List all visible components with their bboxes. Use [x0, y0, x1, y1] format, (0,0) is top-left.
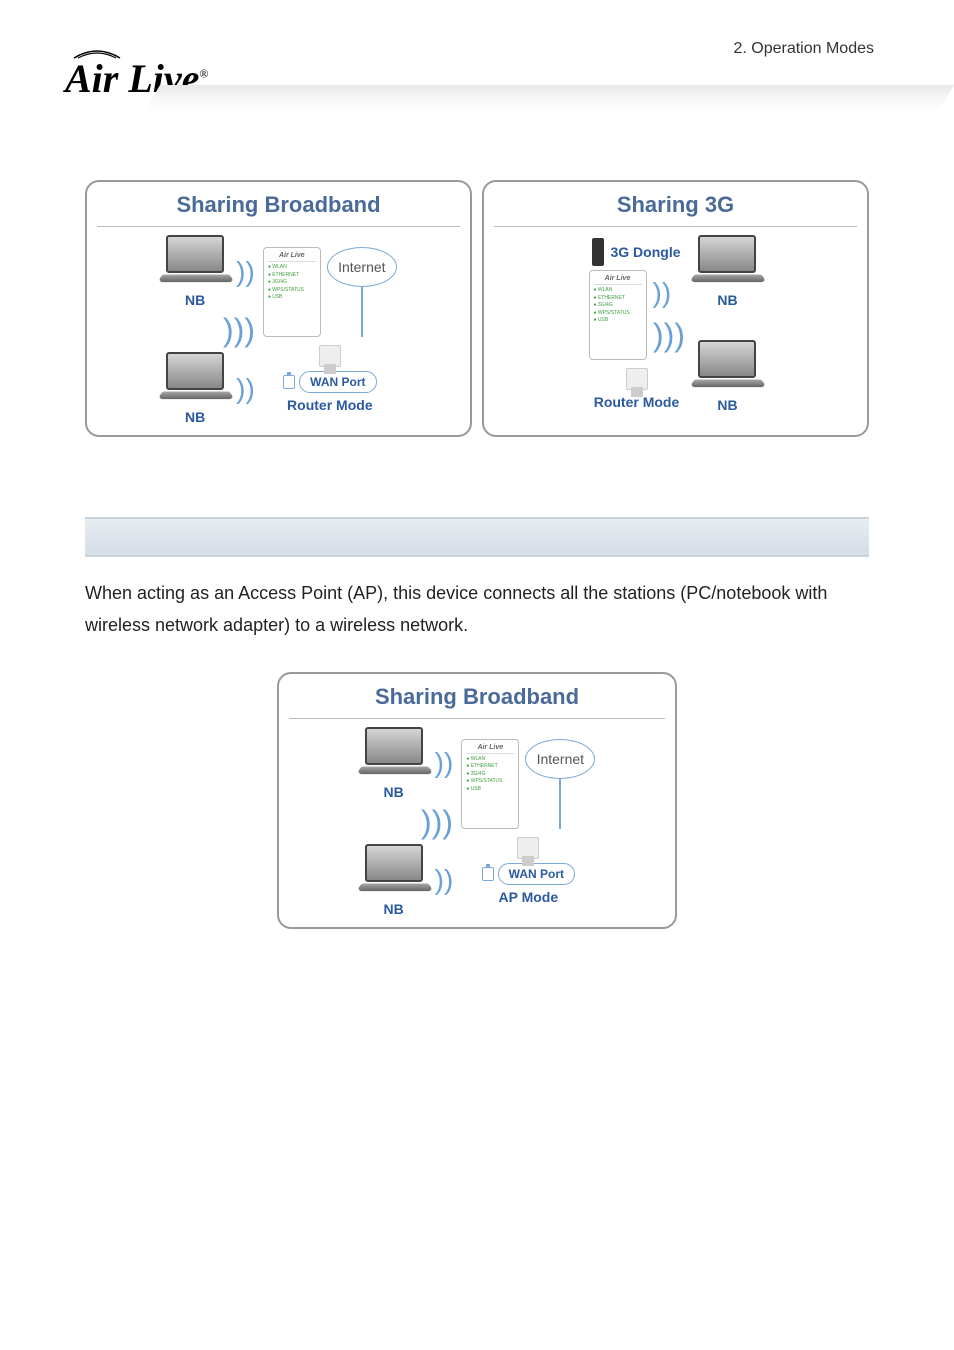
mode-label: Router Mode — [287, 397, 373, 413]
power-plug-icon — [626, 368, 648, 390]
laptop-icon — [692, 235, 762, 290]
wan-port-label: WAN Port — [299, 371, 376, 393]
laptop-icon — [359, 727, 429, 782]
power-plug-icon — [319, 345, 341, 367]
router-device-icon: Air Live ● WLAN● ETHERNET● 3G/4G● WPS/ST… — [589, 270, 647, 360]
wifi-signal-icon: ((( — [421, 806, 453, 838]
internet-cloud-icon: Internet — [525, 739, 595, 779]
wifi-signal-icon: ((( — [653, 319, 685, 351]
diagram-sharing-3g: Sharing 3G 3G Dongle Air Live ● WLAN● ET… — [482, 180, 869, 437]
laptop-icon — [160, 235, 230, 290]
nb-label: NB — [692, 397, 762, 413]
laptop-icon — [359, 844, 429, 899]
router-device-icon: Air Live ● WLAN● ETHERNET● 3G/4G● WPS/ST… — [263, 247, 321, 337]
section-divider-bar — [85, 517, 869, 557]
ethernet-icon — [482, 867, 494, 881]
wifi-signal-icon: )) — [236, 375, 255, 403]
internet-cloud-icon: Internet — [327, 247, 397, 287]
nb-label: NB — [359, 901, 429, 917]
breadcrumb: 2. Operation Modes — [733, 40, 874, 58]
nb-label: NB — [160, 292, 230, 308]
wifi-signal-icon: )) — [236, 258, 255, 286]
router-device-icon: Air Live ● WLAN● ETHERNET● 3G/4G● WPS/ST… — [461, 739, 519, 829]
mode-label: AP Mode — [499, 889, 559, 905]
laptop-icon — [160, 352, 230, 407]
header-divider — [143, 85, 954, 115]
wifi-signal-icon: )) — [435, 749, 454, 777]
wifi-signal-icon: )) — [653, 279, 685, 307]
nb-label: NB — [692, 292, 762, 308]
wifi-signal-icon: ((( — [223, 314, 255, 346]
body-paragraph: When acting as an Access Point (AP), thi… — [85, 577, 869, 642]
ethernet-icon — [283, 375, 295, 389]
power-plug-icon — [517, 837, 539, 859]
diagram-title: Sharing Broadband — [97, 188, 460, 227]
diagram-title: Sharing Broadband — [289, 680, 665, 719]
nb-label: NB — [160, 409, 230, 425]
nb-label: NB — [359, 784, 429, 800]
diagram-sharing-broadband: Sharing Broadband NB )) ((( — [85, 180, 472, 437]
wifi-signal-icon: )) — [435, 866, 454, 894]
diagram-ap-mode: Sharing Broadband NB )) ((( — [277, 672, 677, 929]
diagram-title: Sharing 3G — [494, 188, 857, 227]
dongle-icon — [592, 238, 604, 266]
laptop-icon — [692, 340, 762, 395]
wan-port-label: WAN Port — [498, 863, 575, 885]
dongle-label: 3G Dongle — [610, 244, 680, 260]
